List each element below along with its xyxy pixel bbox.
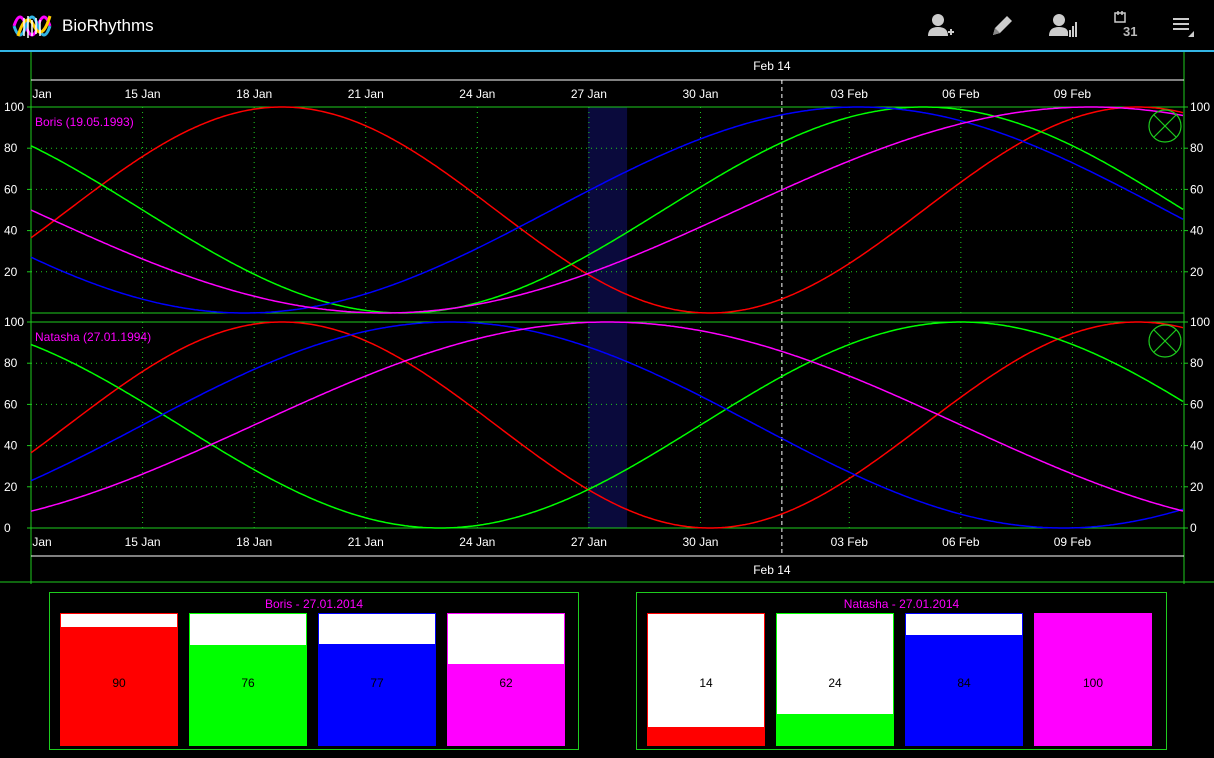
date-tick-bottom: 15 Jan xyxy=(125,535,161,549)
month-marker-top: Feb 14 xyxy=(753,59,791,73)
summary-panel-natasha: Natasha - 27.01.2014 14 24 84 100 xyxy=(636,592,1167,750)
person-stats-button[interactable] xyxy=(1043,8,1083,44)
rhythm-bar-fill xyxy=(319,644,435,745)
y-tick-right: 0 xyxy=(1190,521,1197,535)
summary-title: Boris - 27.01.2014 xyxy=(264,597,364,611)
rhythm-bar-value: 77 xyxy=(370,676,384,690)
person-stats-icon xyxy=(1049,14,1077,37)
overflow-menu-icon xyxy=(1173,18,1194,37)
date-tick-bottom: 18 Jan xyxy=(236,535,272,549)
y-tick-left: 100 xyxy=(4,100,24,114)
y-tick-right: 60 xyxy=(1190,182,1204,196)
person-label: Natasha (27.01.1994) xyxy=(35,330,151,344)
rhythm-bar-value: 14 xyxy=(699,676,713,690)
calendar-button[interactable]: 31 xyxy=(1103,8,1143,44)
rhythm-bar-value: 76 xyxy=(241,676,255,690)
month-marker-bottom: Feb 14 xyxy=(753,563,791,577)
y-tick-right: 40 xyxy=(1190,224,1204,238)
rhythm-bar: 100 xyxy=(1034,613,1152,746)
y-tick-left: 80 xyxy=(4,141,18,155)
date-tick-top: 18 Jan xyxy=(236,87,272,101)
y-tick-right: 100 xyxy=(1190,100,1210,114)
date-tick-top: 06 Feb xyxy=(942,87,980,101)
biorhythm-chart[interactable]: Feb 14 Feb 14 Jan Jan 15 Jan 15 Jan 18 Jan 18 J… xyxy=(0,52,1214,584)
y-tick-left: 0 xyxy=(4,521,11,535)
date-tick-bottom: 24 Jan xyxy=(459,535,495,549)
rhythm-bar: 84 xyxy=(905,613,1023,746)
date-tick-bottom: Jan xyxy=(32,535,51,549)
rhythm-bar-value: 100 xyxy=(1082,676,1104,690)
rhythm-bar: 14 xyxy=(647,613,765,746)
y-tick-left: 20 xyxy=(4,480,18,494)
rhythm-bar-value: 62 xyxy=(499,676,513,690)
overflow-menu-button[interactable] xyxy=(1163,8,1203,44)
rhythm-bar-fill xyxy=(777,713,893,745)
add-person-icon xyxy=(928,14,954,36)
y-tick-right: 60 xyxy=(1190,397,1204,411)
rhythm-bar-fill xyxy=(190,645,306,745)
add-person-button[interactable] xyxy=(920,8,960,44)
y-tick-left: 20 xyxy=(4,265,18,279)
y-tick-right: 20 xyxy=(1190,265,1204,279)
rhythm-bar: 76 xyxy=(189,613,307,746)
edit-button[interactable] xyxy=(982,8,1022,44)
rhythm-bar-value: 90 xyxy=(112,676,126,690)
date-tick-bottom: 27 Jan xyxy=(571,535,607,549)
date-tick-bottom: 03 Feb xyxy=(831,535,869,549)
date-tick-top: 15 Jan xyxy=(125,87,161,101)
summary-panel-boris: Boris - 27.01.2014 90 76 77 62 xyxy=(49,592,579,750)
y-tick-right: 80 xyxy=(1190,356,1204,370)
rhythm-bar: 24 xyxy=(776,613,894,746)
rhythm-bar: 90 xyxy=(60,613,178,746)
rhythm-bar-value: 84 xyxy=(957,676,971,690)
date-tick-bottom: 09 Feb xyxy=(1054,535,1092,549)
date-tick-bottom: 30 Jan xyxy=(682,535,718,549)
y-tick-right: 40 xyxy=(1190,439,1204,453)
summary-title: Natasha - 27.01.2014 xyxy=(843,597,960,611)
date-tick-top: 09 Feb xyxy=(1054,87,1092,101)
date-tick-top: Jan xyxy=(32,87,51,101)
selected-day-highlight xyxy=(587,107,628,313)
y-tick-left: 80 xyxy=(4,356,18,370)
date-tick-bottom: 06 Feb xyxy=(942,535,980,549)
app-title: BioRhythms xyxy=(62,16,154,35)
y-tick-left: 60 xyxy=(4,182,18,196)
y-tick-left: 40 xyxy=(4,439,18,453)
y-tick-right: 100 xyxy=(1190,315,1210,329)
app-logo-icon xyxy=(10,6,58,46)
calendar-day-label: 31 xyxy=(1123,24,1138,39)
date-tick-top: 30 Jan xyxy=(682,87,718,101)
edit-pencil-icon xyxy=(993,16,1012,35)
action-bar: BioRhythms 31 xyxy=(0,0,1214,52)
selected-day-highlight xyxy=(587,322,628,528)
y-tick-left: 60 xyxy=(4,397,18,411)
date-tick-top: 27 Jan xyxy=(571,87,607,101)
y-tick-right: 20 xyxy=(1190,480,1204,494)
rhythm-bar: 77 xyxy=(318,613,436,746)
y-tick-right: 80 xyxy=(1190,141,1204,155)
date-tick-top: 03 Feb xyxy=(831,87,869,101)
rhythm-bar-value: 24 xyxy=(828,676,842,690)
date-tick-top: 24 Jan xyxy=(459,87,495,101)
date-tick-top: 21 Jan xyxy=(348,87,384,101)
date-tick-bottom: 21 Jan xyxy=(348,535,384,549)
person-label: Boris (19.05.1993) xyxy=(35,115,134,129)
y-tick-left: 100 xyxy=(4,315,24,329)
rhythm-bar-fill xyxy=(648,726,764,745)
rhythm-bar: 62 xyxy=(447,613,565,746)
y-tick-left: 40 xyxy=(4,224,18,238)
